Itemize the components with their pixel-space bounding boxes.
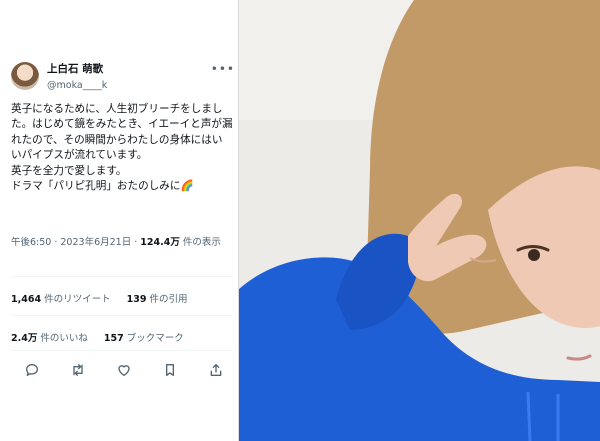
quotes-label: 件の引用 [146,294,188,305]
quotes-stat[interactable]: 139 件の引用 [127,294,188,305]
tweet-header: 上白石 萌歌 @moka____k ••• [11,60,235,96]
attached-photo[interactable] [238,0,600,441]
reply-icon[interactable] [24,362,40,378]
share-icon[interactable] [208,362,224,378]
quotes-count: 139 [126,294,147,305]
bookmark-icon[interactable] [162,362,178,378]
bookmarks-label: ブックマーク [123,333,184,344]
stats-row-retweets: 1,464 件のリツイート 139 件の引用 [11,291,187,305]
stats-row-likes: 2.4万 件のいいね 157 ブックマーク [11,330,184,344]
likes-stat[interactable]: 2.4万 件のいいね [11,333,88,344]
tweet-meta: 午後6:50 · 2023年6月21日 · 124.4万 件の表示 [11,236,231,250]
tweet-timestamp[interactable]: 午後6:50 · 2023年6月21日 · [11,237,140,248]
likes-label: 件のいいね [37,333,88,344]
action-bar [24,361,224,379]
tweet-card: 上白石 萌歌 @moka____k ••• 英子になるために、人生初ブリーチをし… [0,0,238,441]
tweet-text: 英子になるために、人生初ブリーチをしました。はじめて鏡をみたとき、イエーイと声が… [11,103,233,193]
like-icon[interactable] [116,362,132,378]
divider [11,276,233,277]
retweets-stat[interactable]: 1,464 件のリツイート [11,294,111,305]
divider [11,350,233,351]
views-label: 件の表示 [179,237,221,248]
user-handle[interactable]: @moka____k [47,79,107,92]
bookmarks-count: 157 [103,333,124,344]
more-options-icon[interactable]: ••• [211,62,235,76]
retweet-icon[interactable] [70,362,86,378]
retweets-count: 1,464 [11,294,42,305]
avatar[interactable] [11,62,39,90]
divider [11,315,233,316]
likes-count: 2.4万 [11,333,38,344]
author-names: 上白石 萌歌 @moka____k [47,63,107,92]
retweets-label: 件のリツイート [41,294,111,305]
views-count: 124.4万 [140,237,180,248]
display-name[interactable]: 上白石 萌歌 [47,63,107,76]
bookmarks-stat[interactable]: 157 ブックマーク [104,333,184,344]
